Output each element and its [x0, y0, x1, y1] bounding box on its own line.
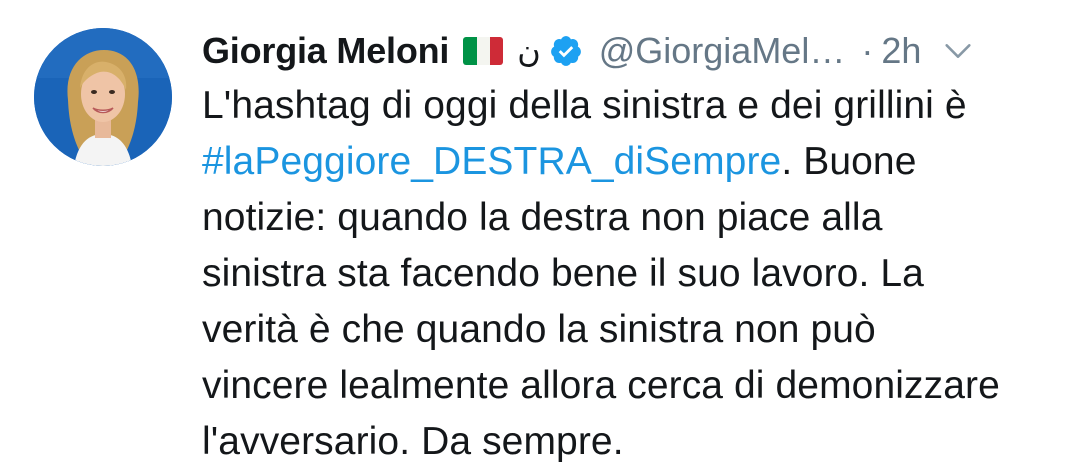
tweet-text-line: verità è che quando la sinistra non può: [202, 308, 876, 351]
tweet-text-line: l'avversario. Da sempre.: [202, 420, 624, 463]
tweet-text-line: sinistra sta facendo bene il suo lavoro.…: [202, 252, 924, 295]
author-handle[interactable]: @GiorgiaMel…: [599, 30, 846, 72]
tweet-card[interactable]: Giorgia Meloni ن @GiorgiaMel… · 2h L'has…: [0, 0, 1080, 471]
tweet-text-line: vincere lealmente allora cerca di demoni…: [202, 364, 1000, 407]
flag-white-stripe: [476, 37, 490, 65]
author-name[interactable]: Giorgia Meloni: [202, 30, 449, 72]
tweet-text: L'hashtag di oggi della sinistra e dei g…: [202, 78, 1072, 470]
avatar[interactable]: [34, 28, 172, 166]
chevron-down-icon[interactable]: [941, 34, 975, 68]
nun-symbol: ن: [517, 32, 541, 70]
verified-badge-icon: [549, 34, 583, 68]
tweet-header: Giorgia Meloni ن @GiorgiaMel… · 2h: [202, 22, 1062, 80]
flag-green-stripe: [463, 37, 477, 65]
tweet-text-fragment: . Buone: [781, 140, 917, 183]
flag-red-stripe: [489, 37, 504, 65]
tweet-text-line: L'hashtag di oggi della sinistra e dei g…: [202, 84, 967, 127]
avatar-image: [34, 28, 172, 166]
separator-dot: ·: [861, 30, 874, 71]
hashtag-link[interactable]: #laPeggiore_DESTRA_diSempre: [202, 140, 781, 183]
tweet-text-line: notizie: quando la destra non piace alla: [202, 196, 883, 239]
tweet-timestamp[interactable]: 2h: [881, 30, 921, 72]
tweet-text-line: #laPeggiore_DESTRA_diSempre. Buone: [202, 134, 1072, 190]
italy-flag-icon: [463, 37, 504, 65]
